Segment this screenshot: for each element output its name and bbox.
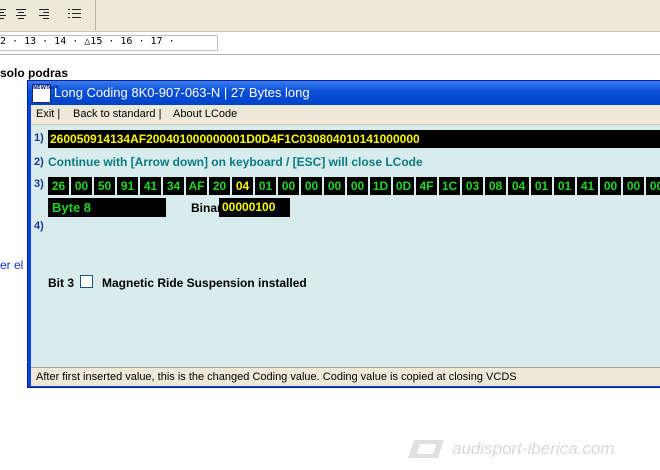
watermark-text: audisport-iberica.com — [452, 439, 615, 458]
selected-byte-label: Byte 8 — [48, 198, 166, 217]
byte-cell[interactable]: 04 — [232, 177, 253, 195]
bulleted-list-icon[interactable] — [68, 8, 82, 22]
byte-cell[interactable]: 04 — [508, 177, 529, 195]
bit-3-checkbox[interactable] — [80, 275, 93, 288]
row-number-4: 4) — [34, 220, 44, 232]
byte-cell[interactable]: 91 — [117, 177, 138, 195]
dialog-title: Long Coding 8K0-907-063-N | 27 Bytes lon… — [54, 85, 310, 100]
byte-cell[interactable]: 01 — [531, 177, 552, 195]
long-coding-dialog: NEWTech Long Coding 8K0-907-063-N | 27 B… — [27, 80, 660, 388]
dialog-titlebar[interactable]: NEWTech Long Coding 8K0-907-063-N | 27 B… — [28, 81, 660, 105]
byte-cell[interactable]: 00 — [623, 177, 644, 195]
dialog-menubar: Exit | Back to standard | About LCode — [31, 105, 660, 125]
byte-cell[interactable]: 00 — [600, 177, 621, 195]
byte-cell[interactable]: 4F — [416, 177, 437, 195]
byte-cell[interactable]: 1D — [370, 177, 391, 195]
toolbar-separator — [95, 0, 96, 30]
byte-cell[interactable]: 1C — [439, 177, 460, 195]
byte-cell[interactable]: 20 — [209, 177, 230, 195]
align-right-icon[interactable] — [37, 8, 51, 22]
byte-cell[interactable]: 34 — [163, 177, 184, 195]
byte-cell[interactable]: 00 — [347, 177, 368, 195]
keyboard-hint: Continue with [Arrow down] on keyboard /… — [48, 155, 423, 169]
ruler-marks: 2 · 13 · 14 · △15 · 16 · 17 · — [0, 36, 175, 47]
audisport-logo-icon — [408, 440, 444, 458]
byte-cell[interactable]: 00 — [278, 177, 299, 195]
byte-cell[interactable]: 03 — [462, 177, 483, 195]
align-left-icon[interactable] — [0, 8, 14, 22]
formatting-toolbar — [0, 0, 660, 32]
byte-cell[interactable]: 26 — [48, 177, 69, 195]
row-number-2: 2) — [34, 156, 44, 168]
byte-cell[interactable]: 0D — [393, 177, 414, 195]
binary-value-field[interactable]: 00000100 — [219, 198, 290, 217]
document-text: solo podras — [0, 66, 69, 80]
byte-cell[interactable]: 41 — [140, 177, 161, 195]
align-center-icon[interactable] — [14, 8, 28, 22]
byte-cell[interactable]: 01 — [554, 177, 575, 195]
dialog-client-area: Exit | Back to standard | About LCode 1)… — [31, 105, 660, 386]
byte-cell[interactable]: AF — [186, 177, 207, 195]
menu-about-lcode[interactable]: About LCode — [173, 108, 237, 120]
byte-cell[interactable]: 01 — [255, 177, 276, 195]
byte-cell[interactable]: 00 — [646, 177, 660, 195]
bit-3-description: Magnetic Ride Suspension installed — [102, 276, 307, 290]
byte-cell[interactable]: 08 — [485, 177, 506, 195]
byte-cell[interactable]: 41 — [577, 177, 598, 195]
byte-cell[interactable]: 50 — [94, 177, 115, 195]
ruler[interactable]: 2 · 13 · 14 · △15 · 16 · 17 · — [0, 32, 660, 55]
row-number-1: 1) — [34, 132, 44, 144]
bit-label: Bit 3 — [48, 276, 75, 290]
menu-back-to-standard[interactable]: Back to standard | — [73, 108, 161, 120]
byte-cell[interactable]: 00 — [324, 177, 345, 195]
lcode-app-icon: NEWTech — [32, 84, 59, 103]
status-text: After first inserted value, this is the … — [36, 371, 517, 383]
byte-cell[interactable]: 00 — [71, 177, 92, 195]
status-bar: After first inserted value, this is the … — [31, 367, 660, 386]
coding-value-field[interactable]: 260050914134AF200401000000001D0D4F1C0308… — [48, 130, 660, 148]
menu-exit[interactable]: Exit | — [36, 108, 60, 120]
row-number-3: 3) — [34, 178, 44, 190]
byte-cell[interactable]: 00 — [301, 177, 322, 195]
